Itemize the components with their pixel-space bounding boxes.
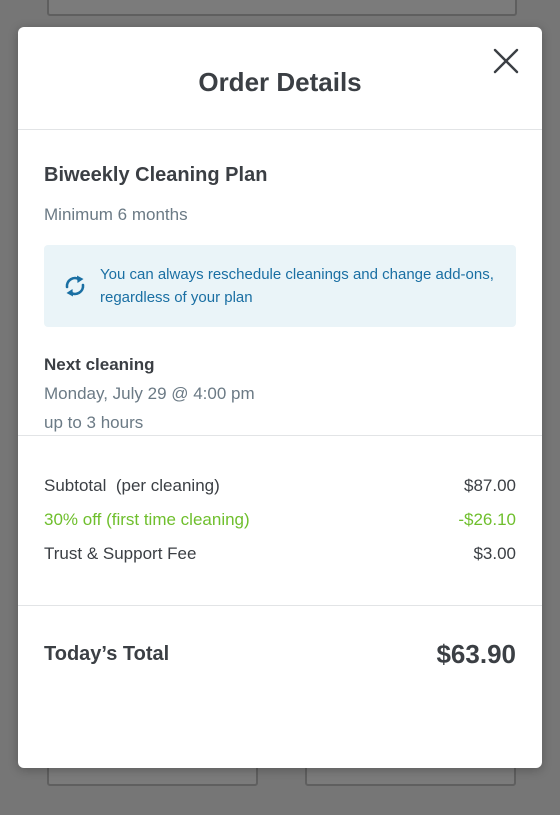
plan-minimum: Minimum 6 months — [44, 205, 188, 224]
reschedule-info-box: You can always reschedule cleanings and … — [44, 245, 516, 327]
subtotal-row: Subtotal (per cleaning) $87.00 — [44, 476, 516, 510]
total-section: Today’s Total $63.90 — [18, 606, 542, 670]
refresh-icon — [65, 275, 85, 297]
reschedule-info-text: You can always reschedule cleanings and … — [100, 266, 494, 306]
fee-row: Trust & Support Fee $3.00 — [44, 544, 516, 578]
next-cleaning-duration: up to 3 hours — [44, 413, 144, 432]
background-card-top — [47, 0, 517, 16]
discount-label: 30% off (first time cleaning) — [44, 510, 250, 529]
subtotal-value: $87.00 — [464, 476, 516, 495]
modal-title: Order Details — [198, 67, 362, 97]
next-cleaning-date: Monday, July 29 @ 4:00 pm — [44, 384, 255, 403]
discount-row: 30% off (first time cleaning) -$26.10 — [44, 510, 516, 544]
close-button[interactable] — [492, 47, 520, 75]
plan-name: Biweekly Cleaning Plan — [44, 164, 268, 186]
total-label: Today’s Total — [44, 643, 170, 665]
order-details-modal: Order Details Biweekly Cleaning Plan Min… — [18, 27, 542, 768]
modal-header: Order Details — [18, 27, 542, 130]
close-icon — [493, 48, 519, 74]
total-value: $63.90 — [436, 639, 516, 669]
discount-value: -$26.10 — [458, 510, 516, 529]
fee-label: Trust & Support Fee — [44, 544, 197, 563]
subtotal-label: Subtotal (per cleaning) — [44, 476, 220, 495]
next-cleaning-label: Next cleaning — [44, 355, 155, 374]
cost-breakdown: Subtotal (per cleaning) $87.00 30% off (… — [18, 436, 542, 606]
plan-section: Biweekly Cleaning Plan Minimum 6 months … — [18, 130, 542, 436]
fee-value: $3.00 — [473, 544, 516, 563]
